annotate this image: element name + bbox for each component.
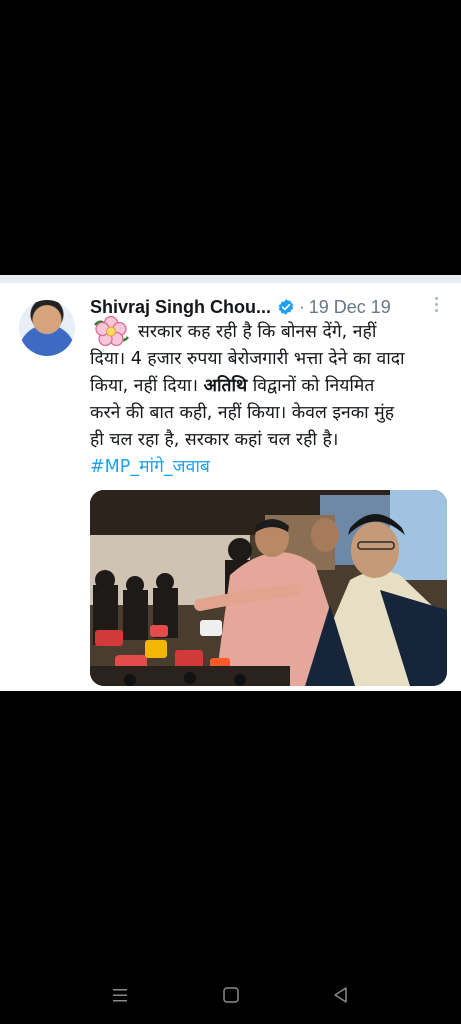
tweet-header: Shivraj Singh Chou... · 19 Dec 19 [90,295,391,319]
tweet-text-line: करने की बात कही, नहीं किया। केवल इनका मु… [90,403,395,423]
tweet-text-line: ही चल रहा है, सरकार कहां चल रही है। [90,430,339,450]
tweet-text-segment: किया, नहीं दिया। [90,376,204,396]
divider [0,275,461,283]
tweet-text-line: किया, नहीं दिया। अतिथि विद्वानों को नियम… [90,373,450,400]
separator: · [299,297,305,316]
tweet-media[interactable] [90,490,447,686]
system-navigation-bar [0,975,461,1015]
more-options-icon[interactable] [432,297,440,315]
tweet-text-line: दिया। 4 हजार रुपया बेरोजगारी भत्ता देने … [90,349,405,369]
tweet-text-segment: विद्वानों को नियमित [247,376,375,396]
back-icon[interactable] [331,985,351,1005]
home-icon[interactable] [221,985,241,1005]
tweet-text-bold: अतिथि [203,376,248,396]
tweet-card[interactable]: Shivraj Singh Chou... · 19 Dec 19 सरकार … [0,275,461,691]
hashtag-link[interactable]: #MP_मांगे_जवाब [90,454,450,481]
tweet-date[interactable]: 19 Dec 19 [309,297,391,318]
menu-icon[interactable] [110,985,130,1005]
tweet-text-line: सरकार कह रही है कि बोनस देंगे, नहीं [138,322,377,342]
avatar[interactable] [19,300,75,356]
tweet-text: सरकार कह रही है कि बोनस देंगे, नहीं दिया… [90,319,450,481]
verified-badge-icon [278,299,294,315]
media-image [90,490,447,686]
top-black-area [0,0,461,275]
